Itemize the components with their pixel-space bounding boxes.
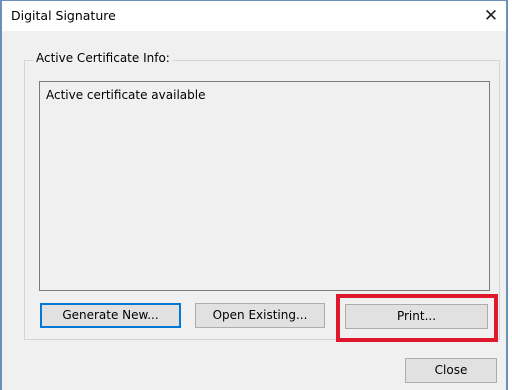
certificate-status-text: Active certificate available [46, 88, 206, 102]
digital-signature-dialog: Digital Signature ✕ Active Certificate I… [0, 0, 508, 390]
generate-new-button[interactable]: Generate New... [40, 303, 181, 328]
dialog-title: Digital Signature [11, 8, 116, 23]
certificate-info-box: Active certificate available [39, 81, 490, 291]
open-existing-button[interactable]: Open Existing... [195, 303, 325, 328]
group-label: Active Certificate Info: [33, 51, 173, 65]
print-highlight-box [336, 294, 498, 342]
close-button[interactable]: Close [405, 358, 497, 383]
title-bar: Digital Signature ✕ [2, 1, 506, 31]
close-icon[interactable]: ✕ [478, 3, 504, 29]
